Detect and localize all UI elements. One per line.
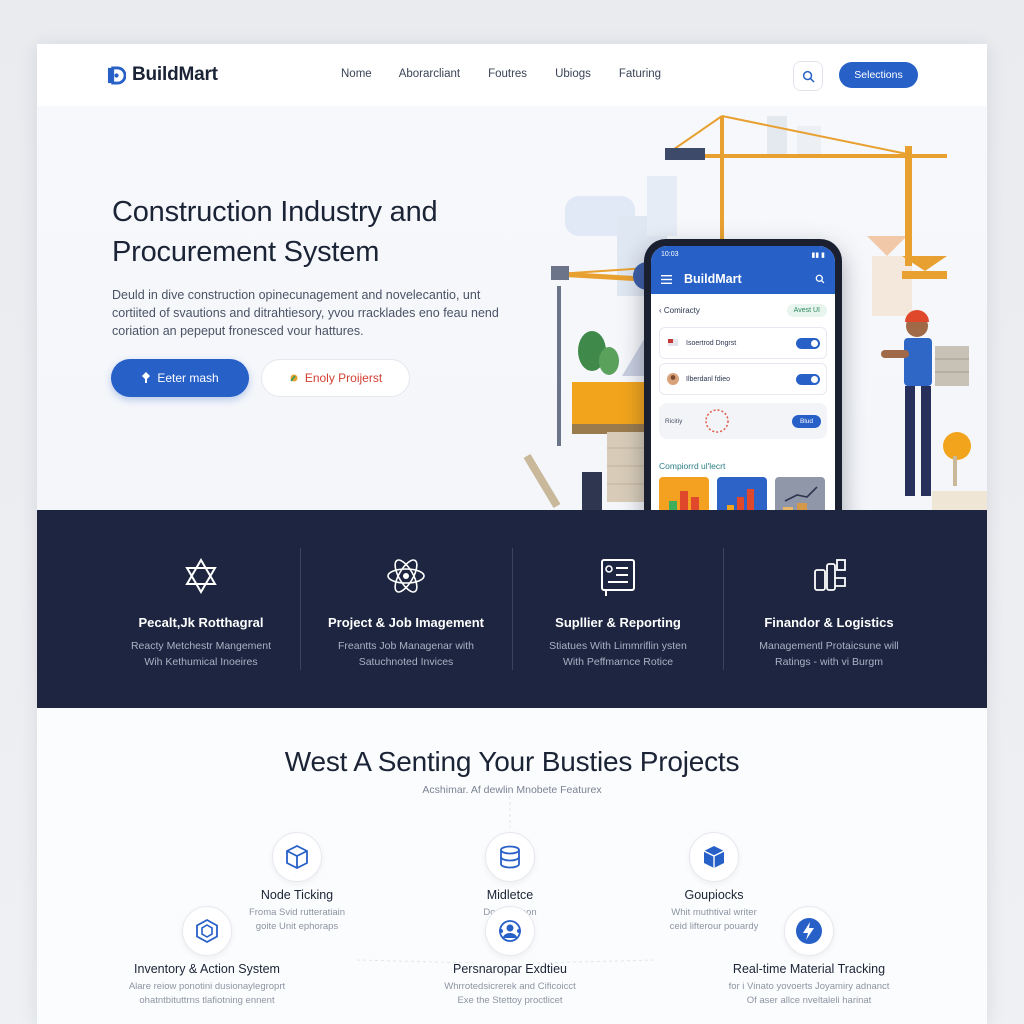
phone-status-bar: 10:03 ▮▮ ▮ (651, 246, 835, 264)
node-title: Node Ticking (260, 888, 334, 902)
phone-time: 10:03 (661, 251, 679, 258)
node-icon-wrap (485, 832, 535, 882)
phone-search-icon[interactable] (815, 274, 825, 284)
phone-row-text: Ricitiy (665, 417, 683, 425)
avatar-icon (667, 373, 679, 385)
logo-icon (107, 65, 126, 85)
node-desc: Alare reiow ponotini dusionaylegroprt oha… (128, 981, 286, 1006)
feature-title: Supllier & Reporting (555, 615, 681, 630)
phone-progress-row: Ricitiy Blud (659, 403, 827, 439)
hero-section: Construction Industry and Procurement Sy… (37, 106, 987, 573)
node-title: Persnaropar Exdtieu (453, 962, 567, 976)
capability-node[interactable]: Inventory & Action System Alare reiow po… (107, 906, 307, 1008)
phone-list-item-text: Isoertrod Dngrst (686, 339, 737, 347)
nav-links: Nome Aborarcliant Foutres Ubiogs Faturin… (341, 68, 661, 80)
search-button[interactable] (793, 61, 823, 91)
tools-icon (814, 559, 846, 591)
feature-card: Pecalt,Jk Rotthagral Reacty Metchestr Ma… (95, 510, 307, 708)
phone-list-item[interactable]: Ilberdanl fdieo (659, 363, 827, 395)
star-of-david-icon (185, 558, 217, 594)
phone-toggle[interactable] (796, 373, 820, 385)
features-band: Pecalt,Jk Rotthagral Reacty Metchestr Ma… (37, 510, 987, 708)
feature-card: Project & Job Imagement Freantts Job Man… (300, 510, 512, 708)
hero-description: Deuld in dive construction opinecunageme… (112, 288, 499, 338)
hexagon-icon (196, 918, 218, 944)
explore-projects-label: Enoly Proijerst (304, 371, 383, 385)
document-list-icon (601, 559, 635, 596)
node-title: Inventory & Action System (134, 962, 280, 976)
phone-subheader: ‹ Comiracty Avest UI (651, 294, 835, 323)
node-desc: for i Vinato yovoerts Joyamiry adnanct Of… (728, 981, 890, 1006)
feature-card: Finandor & Logistics Managementl Protaic… (723, 510, 935, 708)
node-icon-wrap (272, 832, 322, 882)
phone-list-item[interactable]: Isoertrod Dngrst (659, 327, 827, 359)
flag-icon (668, 339, 678, 346)
capability-node[interactable]: Persnaropar Exdtieu Whrrotedsicrerek and… (420, 906, 600, 1008)
leaf-icon (290, 374, 298, 382)
page: BuildMart Nome Aborarcliant Foutres Ubio… (37, 44, 987, 1024)
feature-desc: Stiatues With Limmriflin ysten With Peffm… (549, 640, 687, 668)
feature-desc: Freantts Job Managenar with Satuchnoted I… (338, 640, 474, 668)
node-icon-wrap (784, 906, 834, 956)
brand-name: BuildMart (132, 64, 218, 85)
search-icon (802, 70, 814, 82)
hero-title: Construction Industry and Procurement Sy… (112, 196, 438, 268)
atom-icon (387, 559, 425, 593)
pin-icon (142, 372, 151, 383)
top-navbar: BuildMart Nome Aborarcliant Foutres Ubio… (37, 44, 987, 106)
node-icon-wrap (689, 832, 739, 882)
nav-link-about[interactable]: Aborarcliant (399, 68, 460, 80)
database-icon (500, 845, 520, 869)
phone-app-header: BuildMart (651, 264, 835, 294)
capabilities-section: West A Senting Your Busties Projects Acs… (37, 708, 987, 1024)
feature-title: Project & Job Imagement (327, 615, 485, 630)
get-started-button[interactable]: Eeter mash (111, 359, 249, 397)
phone-toggle[interactable] (796, 337, 820, 349)
phone-section-label[interactable]: ‹ Comiracty (659, 306, 700, 315)
progress-ring-icon (705, 409, 730, 433)
nav-link-blogs[interactable]: Ubiogs (555, 68, 591, 80)
nav-link-home[interactable]: Nome (341, 68, 372, 80)
lightning-icon (796, 918, 822, 944)
selections-button[interactable]: Selections (839, 62, 918, 88)
nav-link-features[interactable]: Foutres (488, 68, 527, 80)
feature-desc: Managementl Protaicsune will Ratings - wi… (759, 640, 899, 668)
node-icon-wrap (485, 906, 535, 956)
get-started-label: Eeter mash (157, 371, 219, 385)
feature-card: Supllier & Reporting Stiatues With Limmr… (512, 510, 724, 708)
phone-list-item-text: Ilberdanl fdieo (686, 375, 730, 383)
phone-app-title: BuildMart (684, 272, 742, 286)
node-title: Midletce (486, 888, 534, 902)
feature-title: Finandor & Logistics (764, 615, 894, 630)
support-icon (499, 920, 521, 942)
capability-node[interactable]: Real-time Material Tracking for i Vinato… (704, 906, 914, 1008)
phone-row-button[interactable]: Blud (791, 414, 821, 428)
node-desc: Whrrotedsicrerek and Cificoicct Exe the S… (444, 981, 576, 1006)
feature-desc: Reacty Metchestr Mangement Wih Kethumical… (130, 640, 272, 668)
phone-signal: ▮▮ ▮ (811, 252, 825, 259)
3d-box-icon (286, 844, 308, 870)
nav-link-pricing[interactable]: Faturing (619, 68, 661, 80)
phone-section-title: Compiorrd ul'lecrt (659, 461, 726, 471)
explore-projects-button[interactable]: Enoly Proijerst (261, 359, 410, 397)
node-title: Real-time Material Tracking (732, 962, 886, 976)
hamburger-menu-icon[interactable] (661, 274, 672, 284)
cube-icon (703, 846, 725, 868)
brand-logo[interactable]: BuildMart (107, 64, 218, 86)
node-title: Goupiocks (684, 888, 744, 902)
phone-chip[interactable]: Avest UI (786, 304, 827, 317)
feature-title: Pecalt,Jk Rotthagral (138, 615, 264, 630)
node-icon-wrap (182, 906, 232, 956)
